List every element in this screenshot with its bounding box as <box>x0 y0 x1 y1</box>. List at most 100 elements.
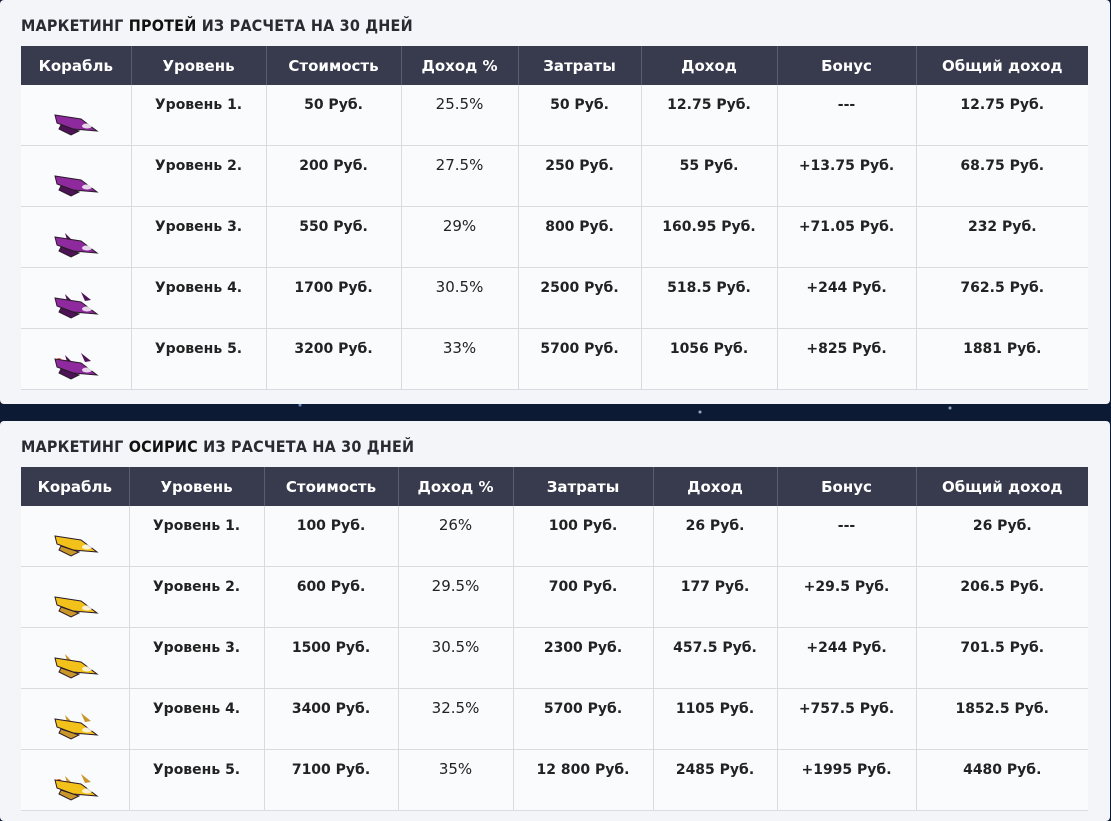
spent-cell: 2300 Руб. <box>513 627 654 689</box>
ship-cell <box>21 206 132 268</box>
level-cell: Уровень 1. <box>129 506 265 567</box>
total-income-cell: 1881 Руб. <box>916 328 1088 390</box>
header-ship: Корабль <box>21 467 130 506</box>
income-cell: 26 Руб. <box>653 506 778 567</box>
spent-cell-value: 5700 Руб. <box>540 341 619 357</box>
cost-cell: 100 Руб. <box>264 506 399 567</box>
income-pct-cell: 25.5% <box>401 85 519 146</box>
cost-cell-value: 3200 Руб. <box>294 341 373 357</box>
income-pct-cell-value: 29.5% <box>431 577 480 595</box>
header-income-pct: Доход % <box>401 46 519 85</box>
ship-name: ОСИРИС <box>128 437 198 456</box>
table-row: Уровень 4. 3400 Руб. 32.5% 5700 Руб. 1105 Ру… <box>21 688 1088 750</box>
cost-cell-value: 7100 Руб. <box>291 762 371 778</box>
bonus-cell: --- <box>777 506 917 567</box>
bonus-cell: +1995 Руб. <box>777 749 917 811</box>
income-pct-cell: 29% <box>401 206 519 268</box>
total-income-cell: 4480 Руб. <box>916 749 1088 811</box>
cost-cell: 550 Руб. <box>266 206 402 268</box>
spent-cell: 100 Руб. <box>513 506 654 567</box>
header-spent: Затраты <box>513 467 654 506</box>
panel-title: МАРКЕТИНГ ОСИРИС ИЗ РАСЧЕТА НА 30 ДНЕЙ <box>21 437 414 456</box>
income-pct-cell-value: 26% <box>438 516 473 534</box>
total-income-cell: 26 Руб. <box>916 506 1088 567</box>
cost-cell: 3400 Руб. <box>264 688 399 750</box>
income-cell: 457.5 Руб. <box>653 627 778 689</box>
bonus-cell-value: +244 Руб. <box>806 280 887 296</box>
cost-cell-value: 1700 Руб. <box>294 280 373 296</box>
cost-cell: 3200 Руб. <box>266 328 402 390</box>
bonus-cell: +244 Руб. <box>777 627 917 689</box>
total-income-cell-value: 701.5 Руб. <box>960 640 1045 656</box>
proteus-table: Корабль Уровень Стоимость Доход % Затрат… <box>21 46 1088 390</box>
income-cell-value: 1105 Руб. <box>675 701 755 717</box>
spent-cell-value: 12 800 Руб. <box>536 762 630 778</box>
income-pct-cell: 35% <box>398 749 514 811</box>
ship-cell <box>21 267 132 329</box>
level-cell-value: Уровень 1. <box>154 97 243 113</box>
yellow-spaceship-icon <box>51 526 99 560</box>
panel-title: МАРКЕТИНГ ПРОТЕЙ ИЗ РАСЧЕТА НА 30 ДНЕЙ <box>21 16 413 35</box>
purple-spaceship-icon <box>51 166 99 200</box>
total-income-cell-value: 1881 Руб. <box>963 341 1042 357</box>
income-cell: 177 Руб. <box>653 566 778 628</box>
level-cell: Уровень 4. <box>131 267 267 329</box>
header-total-income: Общий доход <box>916 467 1088 506</box>
bonus-cell-value: +757.5 Руб. <box>798 701 895 717</box>
total-income-cell-value: 762.5 Руб. <box>960 280 1045 296</box>
table-row: Уровень 1. 100 Руб. 26% 100 Руб. 26 Руб. --- 2… <box>21 506 1088 567</box>
income-pct-cell: 27.5% <box>401 145 519 207</box>
header-income: Доход <box>653 467 778 506</box>
income-pct-cell-value: 33% <box>442 339 477 357</box>
table-header-row: Корабль Уровень Стоимость Доход % Затрат… <box>21 46 1088 85</box>
ship-cell <box>21 506 130 567</box>
bonus-cell: +244 Руб. <box>777 267 917 329</box>
income-cell: 160.95 Руб. <box>641 206 778 268</box>
income-cell: 1056 Руб. <box>641 328 778 390</box>
bonus-cell-value: +13.75 Руб. <box>798 158 895 174</box>
income-pct-cell: 33% <box>401 328 519 390</box>
income-pct-cell: 30.5% <box>401 267 519 329</box>
level-cell-value: Уровень 4. <box>154 280 243 296</box>
table-row: Уровень 3. 550 Руб. 29% 800 Руб. 160.95 Руб.… <box>21 206 1088 268</box>
income-pct-cell-value: 25.5% <box>435 95 484 113</box>
spent-cell-value: 250 Руб. <box>545 158 614 174</box>
cost-cell: 7100 Руб. <box>264 749 399 811</box>
spent-cell: 250 Руб. <box>518 145 642 207</box>
level-cell: Уровень 1. <box>131 85 267 146</box>
table-row: Уровень 4. 1700 Руб. 30.5% 2500 Руб. 518.5 Р… <box>21 267 1088 329</box>
bonus-cell-value: +29.5 Руб. <box>803 579 890 595</box>
ship-cell <box>21 566 130 628</box>
bonus-cell-value: +244 Руб. <box>806 640 887 656</box>
income-cell: 55 Руб. <box>641 145 778 207</box>
spent-cell: 12 800 Руб. <box>513 749 654 811</box>
total-income-cell: 12.75 Руб. <box>916 85 1088 146</box>
cost-cell: 200 Руб. <box>266 145 402 207</box>
header-income: Доход <box>641 46 778 85</box>
bonus-cell-value: +71.05 Руб. <box>798 219 895 235</box>
bonus-cell-value: +825 Руб. <box>806 341 887 357</box>
income-cell-value: 55 Руб. <box>679 158 739 174</box>
title-prefix: МАРКЕТИНГ <box>21 437 124 456</box>
income-pct-cell: 32.5% <box>398 688 514 750</box>
level-cell: Уровень 2. <box>131 145 267 207</box>
cost-cell: 600 Руб. <box>264 566 399 628</box>
level-cell: Уровень 5. <box>131 328 267 390</box>
cost-cell: 50 Руб. <box>266 85 402 146</box>
osiris-table: Корабль Уровень Стоимость Доход % Затрат… <box>21 467 1088 811</box>
income-cell: 12.75 Руб. <box>641 85 778 146</box>
ship-cell <box>21 145 132 207</box>
bonus-cell-value: --- <box>837 97 856 113</box>
spent-cell-value: 700 Руб. <box>548 579 618 595</box>
income-pct-cell-value: 32.5% <box>431 699 480 717</box>
bonus-cell-value: --- <box>837 518 856 534</box>
purple-spaceship-icon <box>51 227 99 261</box>
osiris-marketing-panel: МАРКЕТИНГ ОСИРИС ИЗ РАСЧЕТА НА 30 ДНЕЙ К… <box>0 421 1110 821</box>
cost-cell: 1700 Руб. <box>266 267 402 329</box>
level-cell: Уровень 4. <box>129 688 265 750</box>
table-row: Уровень 2. 600 Руб. 29.5% 700 Руб. 177 Руб. +… <box>21 566 1088 628</box>
income-cell-value: 2485 Руб. <box>675 762 755 778</box>
income-cell-value: 160.95 Руб. <box>662 219 756 235</box>
total-income-cell: 206.5 Руб. <box>916 566 1088 628</box>
income-cell-value: 26 Руб. <box>685 518 745 534</box>
